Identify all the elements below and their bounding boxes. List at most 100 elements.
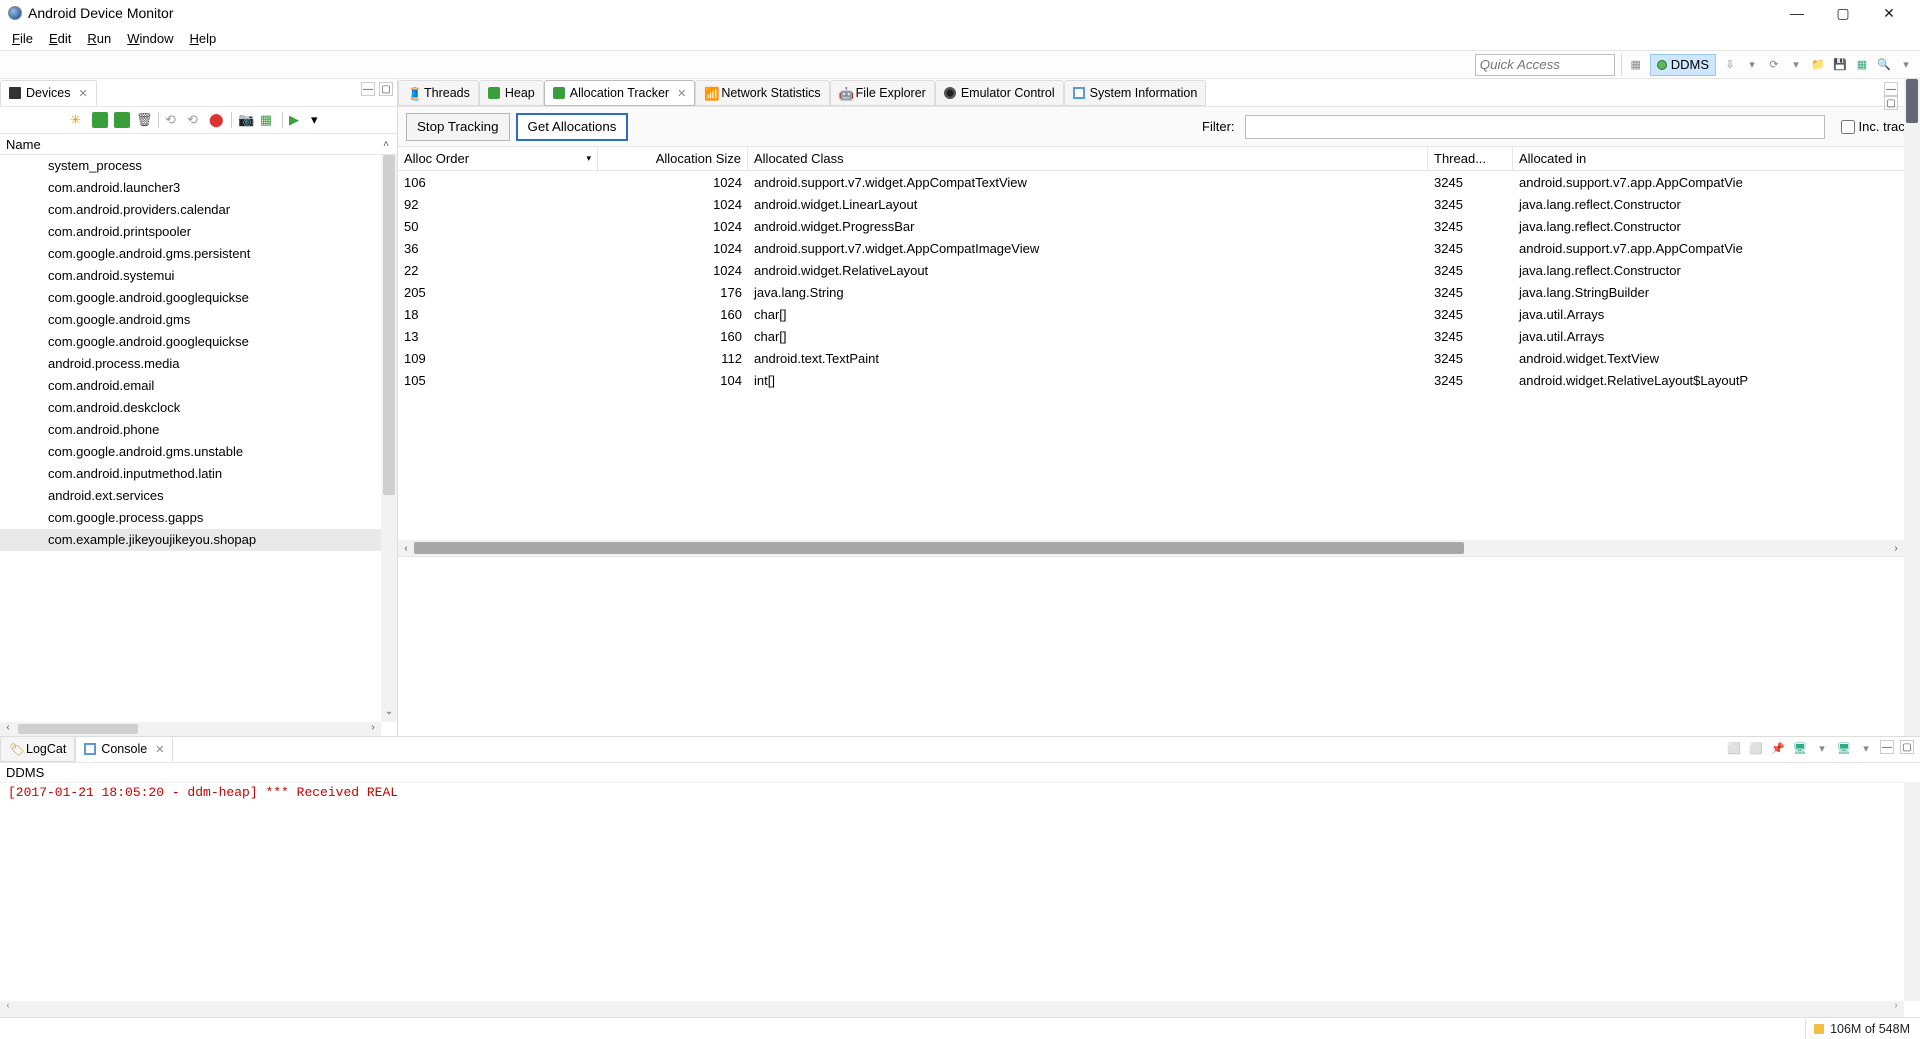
console-toolbar-icon-1[interactable]: ⬜ [1726,740,1742,756]
tab-threads[interactable]: 🧵 Threads [398,80,479,106]
allocation-row[interactable]: 921024android.widget.LinearLayout3245jav… [398,193,1904,215]
allocation-row[interactable]: 109112android.text.TextPaint3245android.… [398,347,1904,369]
toolbar-icon-5[interactable]: 📁 [1810,57,1826,73]
scrollbar-thumb[interactable] [414,542,1464,554]
tab-emulator-control[interactable]: Emulator Control [935,80,1064,106]
filter-input[interactable] [1245,115,1825,139]
screenshot-icon[interactable]: 📷 [238,112,254,128]
devices-horizontal-scrollbar[interactable]: ‹ › [0,722,381,736]
process-row[interactable]: android.ext.services [0,485,381,507]
toolbar-dropdown-icon[interactable]: ▾ [1898,57,1914,73]
menu-edit[interactable]: Edit [41,28,79,49]
scrollbar-thumb[interactable] [1906,79,1918,123]
toolbar-icon-6[interactable]: 💾 [1832,57,1848,73]
tab-devices[interactable]: Devices ✕ [0,80,97,106]
scroll-right-icon[interactable]: › [365,722,381,736]
process-row[interactable]: com.example.jikeyoujikeyou.shopap [0,529,381,551]
quick-access-input[interactable] [1475,54,1615,76]
editor-area-scrollbar[interactable] [1904,79,1920,736]
allocation-row[interactable]: 18160char[]3245java.util.Arrays [398,303,1904,325]
tab-system-info[interactable]: System Information [1064,80,1207,106]
toolbar-icon-2[interactable]: ▾ [1744,57,1760,73]
process-row[interactable]: com.android.phone [0,419,381,441]
allocation-row[interactable]: 221024android.widget.RelativeLayout3245j… [398,259,1904,281]
maximize-view-button[interactable]: ▢ [1900,740,1914,754]
toolbar-icon-1[interactable]: ⇩ [1722,57,1738,73]
window-minimize-button[interactable]: — [1774,0,1820,26]
close-icon[interactable]: ✕ [155,743,164,756]
process-row[interactable]: com.android.printspooler [0,221,381,243]
process-row[interactable]: com.android.launcher3 [0,177,381,199]
scroll-left-icon[interactable]: ‹ [0,722,16,736]
allocation-row[interactable]: 501024android.widget.ProgressBar3245java… [398,215,1904,237]
process-row[interactable]: com.google.android.googlequickse [0,287,381,309]
menu-window[interactable]: Window [119,28,181,49]
stop-tracking-button[interactable]: Stop Tracking [406,113,510,141]
console-dropdown-icon[interactable]: ▾ [1814,740,1830,756]
maximize-view-button[interactable]: ▢ [1884,96,1898,110]
update-threads-icon[interactable]: ⟲ [165,112,181,128]
close-icon[interactable]: ✕ [78,87,87,100]
tab-heap[interactable]: Heap [479,80,544,106]
window-close-button[interactable]: ✕ [1866,0,1912,26]
console-vertical-scrollbar[interactable] [1904,783,1920,1001]
menu-file[interactable]: File [4,28,41,49]
column-thread[interactable]: Thread... [1428,147,1513,170]
process-row[interactable]: com.google.android.gms.unstable [0,441,381,463]
maximize-view-button[interactable]: ▢ [379,82,393,96]
allocation-horizontal-scrollbar[interactable]: ‹ › [398,540,1904,556]
column-alloc-order[interactable]: Alloc Order ▾ [398,147,598,170]
tab-file-explorer[interactable]: 🤖 File Explorer [830,80,935,106]
tab-allocation-tracker[interactable]: Allocation Tracker ✕ [544,80,696,106]
window-maximize-button[interactable]: ▢ [1820,0,1866,26]
console-dropdown-icon-2[interactable]: ▾ [1858,740,1874,756]
devices-vertical-scrollbar[interactable]: ⌄ [381,155,397,722]
tab-network-stats[interactable]: 📶 Network Statistics [695,80,829,106]
view-menu-icon[interactable]: ▾ [311,112,327,128]
allocation-row[interactable]: 205176java.lang.String3245java.lang.Stri… [398,281,1904,303]
update-heap-icon[interactable] [92,112,108,128]
tab-logcat[interactable]: 🏷 LogCat [0,736,75,762]
scroll-right-icon[interactable]: › [1888,543,1904,554]
cause-gc-icon[interactable]: 🗑 [136,112,152,128]
process-row[interactable]: com.google.android.gms [0,309,381,331]
toolbar-icon-4[interactable]: ▾ [1788,57,1804,73]
devices-column-header[interactable]: Name ˄ [0,133,397,155]
debug-icon[interactable]: ✳ [70,112,86,128]
inc-trace-checkbox[interactable]: Inc. trace [1841,119,1912,134]
process-row[interactable]: com.google.android.gms.persistent [0,243,381,265]
perspective-ddms[interactable]: DDMS [1650,54,1716,76]
dump-hprof-icon[interactable] [114,112,130,128]
tab-console[interactable]: Console ✕ [75,736,173,762]
process-row[interactable]: com.android.systemui [0,265,381,287]
menu-help[interactable]: Help [181,28,224,49]
column-allocated-in[interactable]: Allocated in ˄ [1513,147,1920,170]
process-row[interactable]: com.android.inputmethod.latin [0,463,381,485]
start-method-profiling-icon[interactable]: ⟲ [187,112,203,128]
process-row[interactable]: com.android.deskclock [0,397,381,419]
scroll-down-icon[interactable]: ⌄ [381,706,397,722]
process-row[interactable]: com.android.providers.calendar [0,199,381,221]
toolbar-icon-8[interactable]: 🔍 [1876,57,1892,73]
process-row[interactable]: android.process.media [0,353,381,375]
pin-console-icon[interactable]: 📌 [1770,740,1786,756]
scrollbar-thumb[interactable] [18,724,138,734]
systrace-icon[interactable]: ▶ [289,112,305,128]
scrollbar-thumb[interactable] [383,155,395,495]
allocation-row[interactable]: 105104int[]3245android.widget.RelativeLa… [398,369,1904,391]
toolbar-icon-7[interactable]: ▦ [1854,57,1870,73]
allocation-row[interactable]: 13160char[]3245java.util.Arrays [398,325,1904,347]
allocation-row[interactable]: 1061024android.support.v7.widget.AppComp… [398,171,1904,193]
scroll-left-icon[interactable]: ‹ [398,543,414,554]
console-toolbar-icon-2[interactable]: ⬜ [1748,740,1764,756]
open-perspective-icon[interactable]: ▦ [1628,57,1644,73]
toolbar-icon-3[interactable]: ⟳ [1766,57,1782,73]
dump-view-icon[interactable]: ▦ [260,112,276,128]
open-console-icon[interactable]: 🖥 [1836,740,1852,756]
memory-status[interactable]: 106M of 548M [1805,1018,1910,1039]
display-console-icon[interactable]: 🖥 [1792,740,1808,756]
process-row[interactable]: com.google.android.googlequickse [0,331,381,353]
minimize-view-button[interactable]: — [361,82,375,96]
minimize-view-button[interactable]: — [1884,82,1898,96]
column-allocation-size[interactable]: Allocation Size [598,147,748,170]
